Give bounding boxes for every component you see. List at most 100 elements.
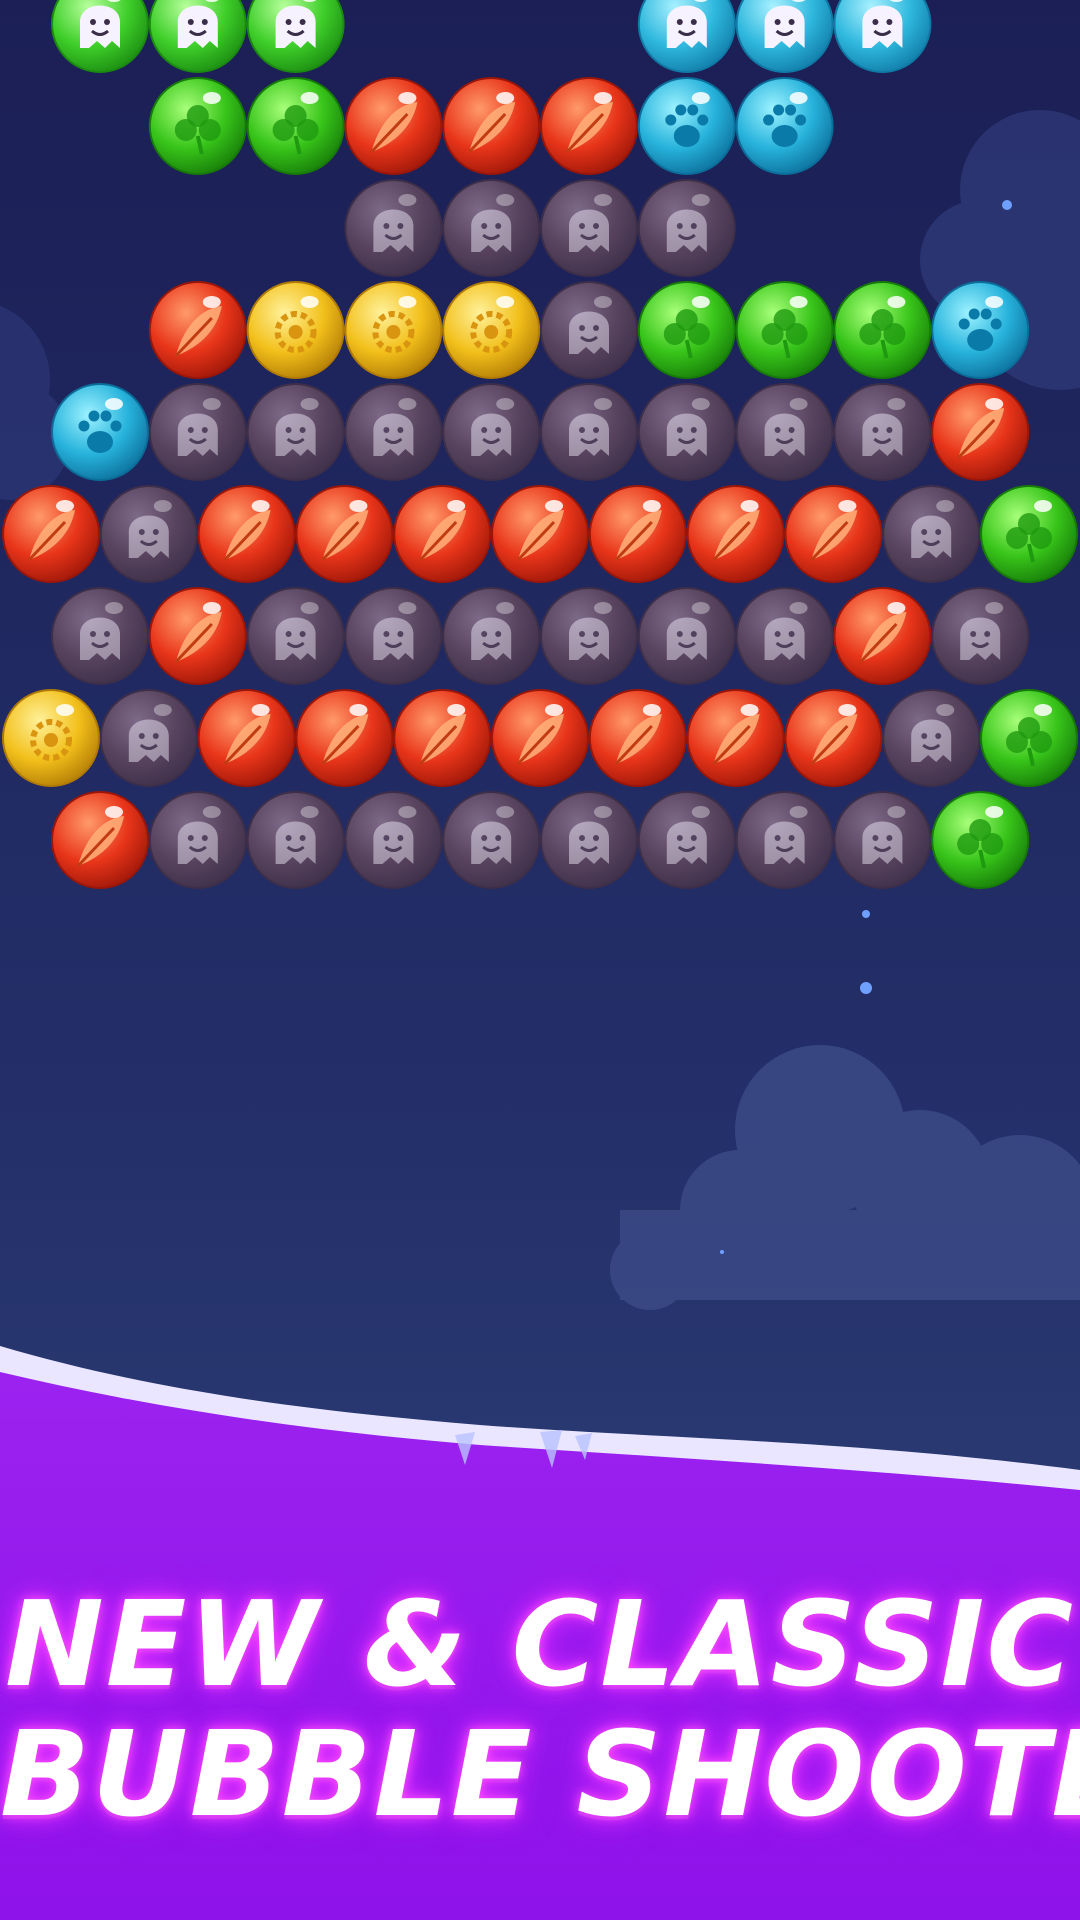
- bubble-red: [442, 77, 541, 175]
- ghost-icon: [569, 617, 609, 660]
- ghost-icon: [80, 5, 120, 48]
- bubble-ghost: [540, 587, 638, 685]
- bubble-red: [197, 689, 296, 787]
- ghost-icon: [275, 413, 316, 456]
- bubble-ghost: [442, 587, 541, 685]
- bubble-ghost: [637, 791, 736, 889]
- bubble-ghost_green: [51, 0, 149, 73]
- bubble-red: [197, 485, 296, 583]
- bubble-ghost: [540, 791, 638, 889]
- bubble-yellow: [2, 689, 100, 787]
- bubble-red: [540, 77, 638, 175]
- bubble-green: [833, 281, 932, 379]
- ghost-icon: [569, 209, 609, 252]
- bubble-yellow: [442, 281, 541, 379]
- bubble-yellow: [344, 281, 443, 379]
- ghost-icon: [373, 209, 414, 252]
- bubble-red: [491, 689, 589, 787]
- bubble-ghost: [931, 587, 1030, 685]
- ghost-icon: [177, 413, 218, 456]
- bubble-red: [393, 485, 492, 583]
- bubble-green: [931, 791, 1030, 889]
- bubble-ghost: [344, 791, 443, 889]
- ghost-icon: [764, 821, 805, 864]
- ghost-icon: [128, 719, 169, 762]
- bubble-blue: [931, 281, 1030, 379]
- ghost-icon: [373, 413, 414, 456]
- ghost-icon: [666, 617, 707, 660]
- ghost-icon: [275, 5, 316, 48]
- ghost-icon: [911, 515, 952, 558]
- ghost-icon: [862, 5, 903, 48]
- bubble-ghost: [735, 383, 834, 481]
- bubble-ghost: [882, 689, 981, 787]
- ghost-icon: [764, 5, 805, 48]
- bubble-red: [148, 281, 247, 379]
- bubble-ghost: [99, 485, 198, 583]
- bubble-red: [784, 689, 883, 787]
- bubble-ghost: [148, 791, 247, 889]
- bubble-ghost: [442, 179, 541, 277]
- bubble-ghost_blue: [735, 0, 834, 73]
- bubble-ghost: [344, 383, 443, 481]
- bubble-ghost: [833, 383, 932, 481]
- ghost-icon: [666, 209, 707, 252]
- bubble-ghost: [246, 383, 345, 481]
- bubble-ghost: [540, 281, 638, 379]
- bubble-red: [295, 485, 394, 583]
- bubble-ghost: [735, 791, 834, 889]
- bubble-ghost: [246, 791, 345, 889]
- bubble-red: [344, 77, 443, 175]
- bubble-red: [686, 485, 785, 583]
- bubble-red: [931, 383, 1030, 481]
- ghost-icon: [666, 413, 707, 456]
- bubble-grid[interactable]: [0, 0, 1080, 1100]
- bubble-ghost: [540, 179, 638, 277]
- game-screen: NEW & CLASSIC BUBBLE SHOOTER: [0, 0, 1080, 1920]
- bubble-blue: [637, 77, 736, 175]
- bubble-ghost_blue: [637, 0, 736, 73]
- ghost-icon: [911, 719, 952, 762]
- bubble-blue: [735, 77, 834, 175]
- bubble-ghost: [637, 587, 736, 685]
- bubble-ghost_blue: [833, 0, 932, 73]
- ghost-icon: [128, 515, 169, 558]
- ghost-icon: [471, 821, 512, 864]
- bubble-green: [148, 77, 247, 175]
- bubble-red: [686, 689, 785, 787]
- bubble-green: [980, 689, 1078, 787]
- bubble-ghost: [735, 587, 834, 685]
- bubble-red: [295, 689, 394, 787]
- bubble-yellow: [246, 281, 345, 379]
- bubble-ghost: [148, 383, 247, 481]
- bubble-ghost: [442, 383, 541, 481]
- bubble-red: [51, 791, 149, 889]
- ghost-icon: [275, 821, 316, 864]
- bubble-red: [491, 485, 589, 583]
- bubble-ghost: [637, 179, 736, 277]
- bubble-ghost: [51, 587, 149, 685]
- bubble-ghost: [344, 179, 443, 277]
- bubble-red: [833, 587, 932, 685]
- bubble-green: [246, 77, 345, 175]
- ghost-icon: [471, 209, 512, 252]
- ghost-icon: [80, 617, 120, 660]
- ghost-icon: [373, 617, 414, 660]
- bubble-ghost_green: [148, 0, 247, 73]
- bubble-red: [588, 689, 687, 787]
- ghost-icon: [471, 413, 512, 456]
- ghost-icon: [569, 413, 609, 456]
- ghost-icon: [960, 617, 1001, 660]
- ghost-icon: [764, 617, 805, 660]
- bubble-ghost: [344, 587, 443, 685]
- ghost-icon: [862, 821, 903, 864]
- bubble-ghost: [882, 485, 981, 583]
- ghost-icon: [666, 5, 707, 48]
- bubble-blue: [51, 383, 149, 481]
- ghost-icon: [569, 311, 609, 354]
- ghost-icon: [275, 617, 316, 660]
- bubble-red: [393, 689, 492, 787]
- bubble-ghost: [540, 383, 638, 481]
- bubble-green: [980, 485, 1078, 583]
- ghost-icon: [569, 821, 609, 864]
